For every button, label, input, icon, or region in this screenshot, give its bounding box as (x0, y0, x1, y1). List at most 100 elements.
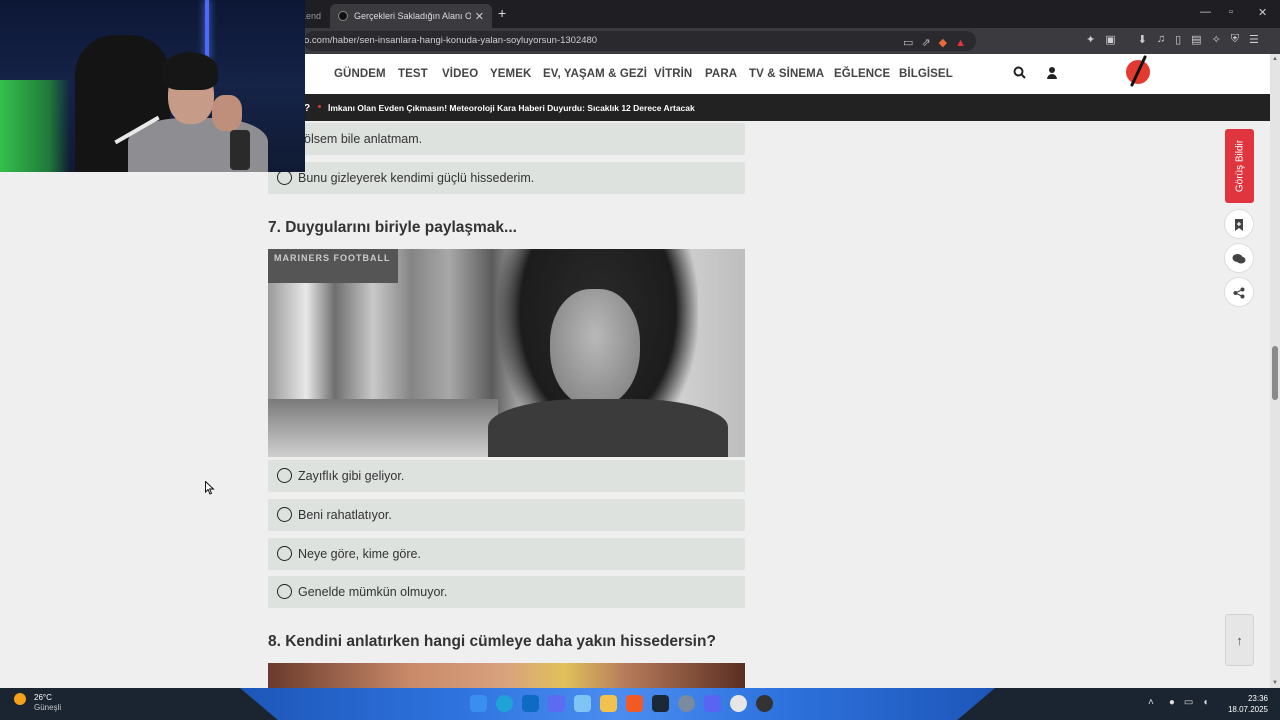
network-icon[interactable]: ▭ (1184, 697, 1193, 708)
nav-item-tv-sinema[interactable]: TV & SİNEMA (749, 68, 824, 80)
quiz-option[interactable]: Beni rahatlatıyor. (268, 499, 745, 531)
tab-close-icon[interactable]: ✕ (475, 10, 484, 23)
clock-time: 23:36 (1247, 694, 1268, 703)
browser-tab-active[interactable]: Gerçekleri Sakladığın Alanı Ortay ✕ (330, 4, 492, 28)
option-label: Beni rahatlatıyor. (298, 508, 392, 522)
nav-item-eglence[interactable]: EĞLENCE (834, 68, 890, 80)
sidebar-icon[interactable]: ▯ (1175, 33, 1181, 46)
quiz-option[interactable]: Bunu gizleyerek kendimi güçlü hissederim… (268, 162, 745, 194)
close-window-icon[interactable]: ✕ (1258, 6, 1267, 19)
leo-icon[interactable]: ✧ (1212, 33, 1221, 46)
image-banner-text: MARINERS FOOTBALL (268, 249, 398, 283)
question-title: 8. Kendini anlatırken hangi cümleye daha… (268, 633, 716, 650)
option-label: Bunu gizleyerek kendimi güçlü hissederim… (298, 171, 535, 185)
brave-shield-icon[interactable]: ◆ (939, 33, 947, 51)
windows-start-icon[interactable] (470, 695, 487, 712)
page-scrollbar[interactable]: ▲ ▼ (1270, 54, 1280, 688)
tab-favicon-icon (338, 11, 348, 21)
sun-icon (14, 693, 26, 705)
brave-icon[interactable] (626, 695, 643, 712)
app-icon[interactable] (756, 695, 773, 712)
tab-search-icon[interactable]: ▣ (1105, 33, 1115, 46)
windows-taskbar: 26°C Güneşli ˄ ● ▭ ◖ 23:36 18.07.2025 (0, 688, 1280, 720)
clock-date: 18.07.2025 (1227, 705, 1268, 714)
scroll-to-top-button[interactable]: ↑ (1225, 614, 1254, 666)
option-label: Neye göre, kime göre. (298, 547, 421, 561)
share-icon[interactable]: ⇗ (921, 33, 930, 51)
quiz-option[interactable]: Zayıflık gibi geliyor. (268, 460, 745, 492)
settings-icon[interactable] (678, 695, 695, 712)
volume-icon[interactable]: ◖ (1202, 697, 1208, 708)
nav-item-ev-yasam-gezi[interactable]: EV, YAŞAM & GEZİ (543, 68, 647, 80)
option-label: Genelde mümkün olmuyor. (298, 585, 448, 599)
vpn-icon[interactable]: ⛨ (1231, 33, 1239, 46)
brave-rewards-icon[interactable]: ▲ (955, 33, 966, 51)
cast-icon[interactable]: ▭ (903, 33, 913, 51)
comments-icon[interactable] (1224, 243, 1254, 273)
nav-item-video[interactable]: VİDEO (442, 68, 478, 80)
weather-temp: 26°C (34, 693, 52, 702)
search-icon[interactable] (1013, 66, 1026, 82)
quiz-option[interactable]: Genelde mümkün olmuyor. (268, 576, 745, 608)
quiz-option[interactable]: ölsem bile anlatmam. (268, 123, 745, 155)
question-title: 7. Duygularını biriyle paylaşmak... (268, 219, 517, 236)
user-icon[interactable] (1045, 66, 1059, 80)
restore-icon[interactable]: ▫ (1229, 6, 1233, 18)
url-text: o.com/haber/sen-insanlara-hangi-konuda-y… (304, 35, 598, 46)
feedback-button[interactable]: Görüş Bildir (1225, 129, 1254, 203)
site-logo[interactable] (1122, 54, 1154, 88)
minimize-icon[interactable]: — (1200, 6, 1211, 18)
microphone-icon[interactable]: ● (1169, 697, 1175, 708)
chevron-up-icon[interactable]: ˄ (1148, 697, 1154, 708)
discord-icon[interactable] (704, 695, 721, 712)
option-label: Zayıflık gibi geliyor. (298, 469, 405, 483)
radio-icon[interactable] (277, 468, 292, 483)
nav-item-para[interactable]: PARA (705, 68, 737, 80)
question-image: MARINERS FOOTBALL (268, 249, 745, 457)
radio-icon[interactable] (277, 584, 292, 599)
feedback-label: Görüş Bildir (1234, 139, 1245, 193)
nav-item-bilgisel[interactable]: BİLGİSEL (899, 68, 953, 80)
obs-icon[interactable] (730, 695, 747, 712)
scroll-down-icon[interactable]: ▼ (1270, 680, 1280, 686)
copilot-icon[interactable] (574, 695, 591, 712)
ticker-bullet-icon (318, 105, 321, 108)
system-clock[interactable]: 23:36 18.07.2025 (1226, 693, 1268, 715)
address-bar-actions: ▭ ⇗ ◆ ▲ (903, 33, 966, 51)
wallet-icon[interactable]: ▤ (1191, 33, 1201, 46)
music-icon[interactable]: ♫ (1157, 33, 1165, 46)
download-icon[interactable]: ⬇ (1138, 33, 1147, 46)
weather-condition: Güneşli (34, 703, 62, 712)
option-label: ölsem bile anlatmam. (304, 132, 423, 146)
webcam-overlay (0, 0, 305, 172)
bookmark-icon[interactable] (1224, 209, 1254, 239)
system-tray: ˄ ● ▭ ◖ (1148, 697, 1208, 708)
new-tab-icon[interactable]: + (498, 5, 506, 21)
address-bar[interactable]: o.com/haber/sen-insanlara-hangi-konuda-y… (304, 31, 976, 51)
taskbar-apps (470, 695, 773, 712)
teams-icon[interactable] (548, 695, 565, 712)
puzzle-icon[interactable]: ✦ (1086, 33, 1095, 46)
question-image (268, 663, 745, 690)
weather-widget[interactable]: 26°C Güneşli (14, 693, 61, 712)
quiz-option[interactable]: Neye göre, kime göre. (268, 538, 745, 570)
radio-icon[interactable] (277, 170, 292, 185)
nav-item-test[interactable]: TEST (398, 68, 428, 80)
edge-icon[interactable] (496, 695, 513, 712)
ticker-headline[interactable]: İmkanı Olan Evden Çıkmasın! Meteoroloji … (328, 103, 695, 113)
steam-icon[interactable] (652, 695, 669, 712)
share-icon[interactable] (1224, 277, 1254, 307)
nav-item-yemek[interactable]: YEMEK (490, 68, 531, 80)
menu-icon[interactable]: ☰ (1249, 33, 1259, 46)
extension-icons: ✦ ▣ ⬇ ♫ ▯ ▤ ✧ ⛨ ☰ (1086, 33, 1259, 46)
radio-icon[interactable] (277, 546, 292, 561)
nav-item-vitrin[interactable]: VİTRİN (654, 68, 692, 80)
radio-icon[interactable] (277, 507, 292, 522)
scroll-up-icon[interactable]: ▲ (1270, 56, 1280, 62)
outlook-icon[interactable] (522, 695, 539, 712)
tab-title: Gerçekleri Sakladığın Alanı Ortay (354, 11, 471, 21)
mouse-cursor-icon (205, 481, 215, 495)
nav-item-gundem[interactable]: GÜNDEM (334, 68, 386, 80)
file-explorer-icon[interactable] (600, 695, 617, 712)
scrollbar-thumb[interactable] (1272, 346, 1278, 400)
